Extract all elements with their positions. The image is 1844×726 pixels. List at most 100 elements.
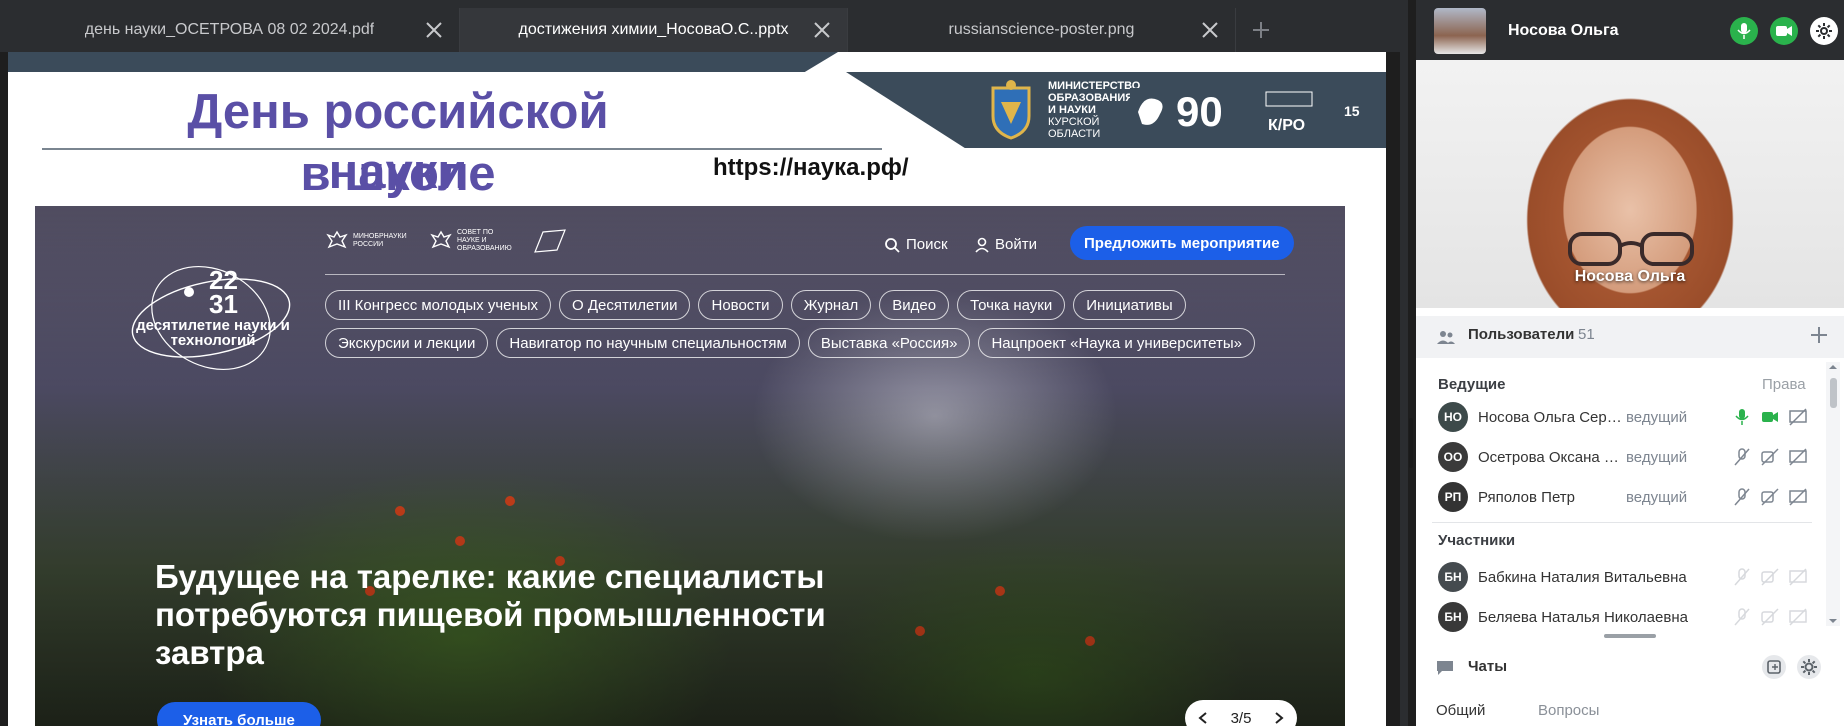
- site-login[interactable]: Войти: [975, 236, 1037, 253]
- user-name: Ряполов Петр: [1478, 488, 1576, 506]
- microphone-off-icon[interactable]: [1732, 447, 1752, 467]
- learn-more-button[interactable]: Узнать больше: [157, 702, 321, 726]
- panel-splitter[interactable]: [1400, 0, 1408, 726]
- hero-headline: Будущее на тарелке: какие специалисты по…: [155, 558, 826, 671]
- ministry-label: МИНИСТЕРСТВО ОБРАЗОВАНИЯ И НАУКИ КУРСКОЙ…: [1048, 80, 1140, 140]
- hosts-label: Ведущие: [1438, 376, 1506, 393]
- rights-label[interactable]: Права: [1762, 376, 1806, 393]
- microphone-off-icon[interactable]: [1732, 567, 1752, 587]
- chat-icon: [1437, 661, 1453, 675]
- screen-share-off-icon[interactable]: [1788, 567, 1808, 587]
- camera-button[interactable]: [1770, 17, 1798, 45]
- users-icon: [1437, 331, 1455, 344]
- decade-years: 22 31: [209, 265, 238, 319]
- tab-png[interactable]: russianscience-poster.png: [848, 8, 1236, 52]
- chevron-left-icon[interactable]: [1197, 711, 1209, 725]
- host-row[interactable]: НО Носова Ольга Сергеевна ведущий: [1416, 398, 1826, 436]
- ministry-region: КУРСКОЙ ОБЛАСТИ: [1048, 116, 1101, 140]
- camera-off-icon[interactable]: [1760, 487, 1780, 507]
- panel-resize-handle[interactable]: [1604, 634, 1656, 638]
- nav-pill[interactable]: Новости: [698, 290, 783, 320]
- participant-row[interactable]: БН Беляева Наталья Николаевна: [1416, 598, 1826, 636]
- splitter-handle[interactable]: [1409, 418, 1413, 468]
- camera-off-icon[interactable]: [1760, 447, 1780, 467]
- host-row[interactable]: ОО Осетрова Оксана Алексеевна ведущий: [1416, 438, 1826, 476]
- nav-pill[interactable]: Журнал: [790, 290, 872, 320]
- screen-share-off-icon[interactable]: [1788, 447, 1808, 467]
- microphone-button[interactable]: [1730, 17, 1758, 45]
- host-row[interactable]: РП Ряполов Петр ведущий: [1416, 478, 1826, 516]
- nav-pill[interactable]: Навигатор по научным специальностям: [496, 328, 800, 358]
- presenter-header: Носова Ольга: [1416, 0, 1844, 60]
- minobrnauki-logo: МИНОБРНАУКИ РОССИИ: [325, 229, 411, 253]
- nav-pill[interactable]: Экскурсии и лекции: [325, 328, 489, 358]
- nav-pill[interactable]: Выставка «Россия»: [807, 328, 971, 358]
- scroll-thumb[interactable]: [1830, 378, 1837, 408]
- tab-label: день науки_ОСЕТРОВА 08 02 2024.pdf: [84, 21, 375, 38]
- avatar: БН: [1438, 602, 1468, 632]
- chat-tab-questions[interactable]: Вопросы: [1538, 702, 1599, 719]
- tab-label: russianscience-poster.png: [948, 21, 1135, 38]
- slide: МИНИСТЕРСТВО ОБРАЗОВАНИЯ И НАУКИ КУРСКОЙ…: [8, 52, 1386, 726]
- screen-share-off-icon[interactable]: [1788, 407, 1808, 427]
- website-screenshot: МИНОБРНАУКИ РОССИИ СОВЕТ ПО НАУКЕ И ОБРА…: [35, 206, 1345, 726]
- eagle-icon: [430, 230, 452, 249]
- microphone-off-icon[interactable]: [1732, 487, 1752, 507]
- users-title: Пользователи: [1468, 326, 1575, 343]
- user-role: ведущий: [1626, 448, 1688, 466]
- screen-share-off-icon[interactable]: [1788, 607, 1808, 627]
- app-root: день науки_ОСЕТРОВА 08 02 2024.pdf дости…: [0, 0, 1844, 726]
- settings-button[interactable]: [1810, 17, 1838, 45]
- nav-pill[interactable]: Видео: [879, 290, 950, 320]
- camera-icon[interactable]: [1760, 407, 1780, 427]
- add-user-button[interactable]: [1804, 320, 1834, 350]
- chevron-down-icon[interactable]: [1826, 616, 1840, 626]
- eagle-icon: [326, 230, 348, 249]
- document-tab-bar: день науки_ОСЕТРОВА 08 02 2024.pdf дости…: [0, 0, 1408, 52]
- video-figure: [1568, 232, 1694, 266]
- login-label: Войти: [995, 236, 1037, 253]
- avatar: НО: [1438, 402, 1468, 432]
- close-icon[interactable]: [1199, 19, 1221, 41]
- nav-pill[interactable]: III Конгресс молодых ученых: [325, 290, 552, 320]
- coat-of-arms-icon: [991, 80, 1031, 140]
- participant-row[interactable]: БН Бабкина Наталия Витальевна: [1416, 558, 1826, 596]
- screen-share-off-icon[interactable]: [1788, 487, 1808, 507]
- gear-icon[interactable]: [1796, 654, 1822, 680]
- microphone-off-icon[interactable]: [1732, 607, 1752, 627]
- close-icon[interactable]: [811, 19, 833, 41]
- microphone-icon: [1737, 23, 1751, 39]
- tab-pdf[interactable]: день науки_ОСЕТРОВА 08 02 2024.pdf: [0, 8, 460, 52]
- new-chat-icon[interactable]: [1761, 654, 1787, 680]
- add-tab-button[interactable]: [1236, 8, 1286, 52]
- chats-title: Чаты: [1468, 658, 1508, 675]
- camera-off-icon[interactable]: [1760, 567, 1780, 587]
- national-projects-icon: [534, 229, 566, 253]
- search-label: Поиск: [906, 236, 948, 253]
- user-icon: [975, 237, 989, 253]
- tab-pptx[interactable]: достижения химии_НосоваО.С..pptx: [460, 8, 848, 52]
- user-name: Беляева Наталья Николаевна: [1478, 608, 1688, 626]
- nav-pill[interactable]: Точка науки: [957, 290, 1066, 320]
- chevron-right-icon[interactable]: [1273, 711, 1285, 725]
- chat-tab-general[interactable]: Общий: [1436, 702, 1485, 719]
- close-icon[interactable]: [423, 19, 445, 41]
- presenter-name: Носова Ольга: [1508, 22, 1619, 39]
- nav-pill[interactable]: О Десятилетии: [559, 290, 691, 320]
- site-nav: III Конгресс молодых ученых О Десятилети…: [325, 290, 1285, 358]
- badge-sub: К/РО: [1268, 117, 1305, 134]
- nav-pill[interactable]: Инициативы: [1073, 290, 1186, 320]
- site-search[interactable]: Поиск: [884, 236, 948, 253]
- conference-panel: Носова Ольга Носова Ольга Пользователи 5…: [1416, 0, 1844, 726]
- suggest-event-button[interactable]: Предложить мероприятие: [1070, 226, 1294, 260]
- avatar: ОО: [1438, 442, 1468, 472]
- section-divider: [1432, 522, 1812, 523]
- camera-icon: [1776, 26, 1792, 36]
- tab-label: достижения химии_НосоваО.С..pptx: [518, 21, 789, 38]
- camera-off-icon[interactable]: [1760, 607, 1780, 627]
- chevron-up-icon[interactable]: [1826, 362, 1840, 372]
- decade-title: десятилетие науки и технологий: [136, 317, 290, 349]
- nav-pill[interactable]: Нацпроект «Наука и университеты»: [978, 328, 1255, 358]
- microphone-icon[interactable]: [1732, 407, 1752, 427]
- user-name: Носова Ольга Сергеевна: [1478, 408, 1626, 426]
